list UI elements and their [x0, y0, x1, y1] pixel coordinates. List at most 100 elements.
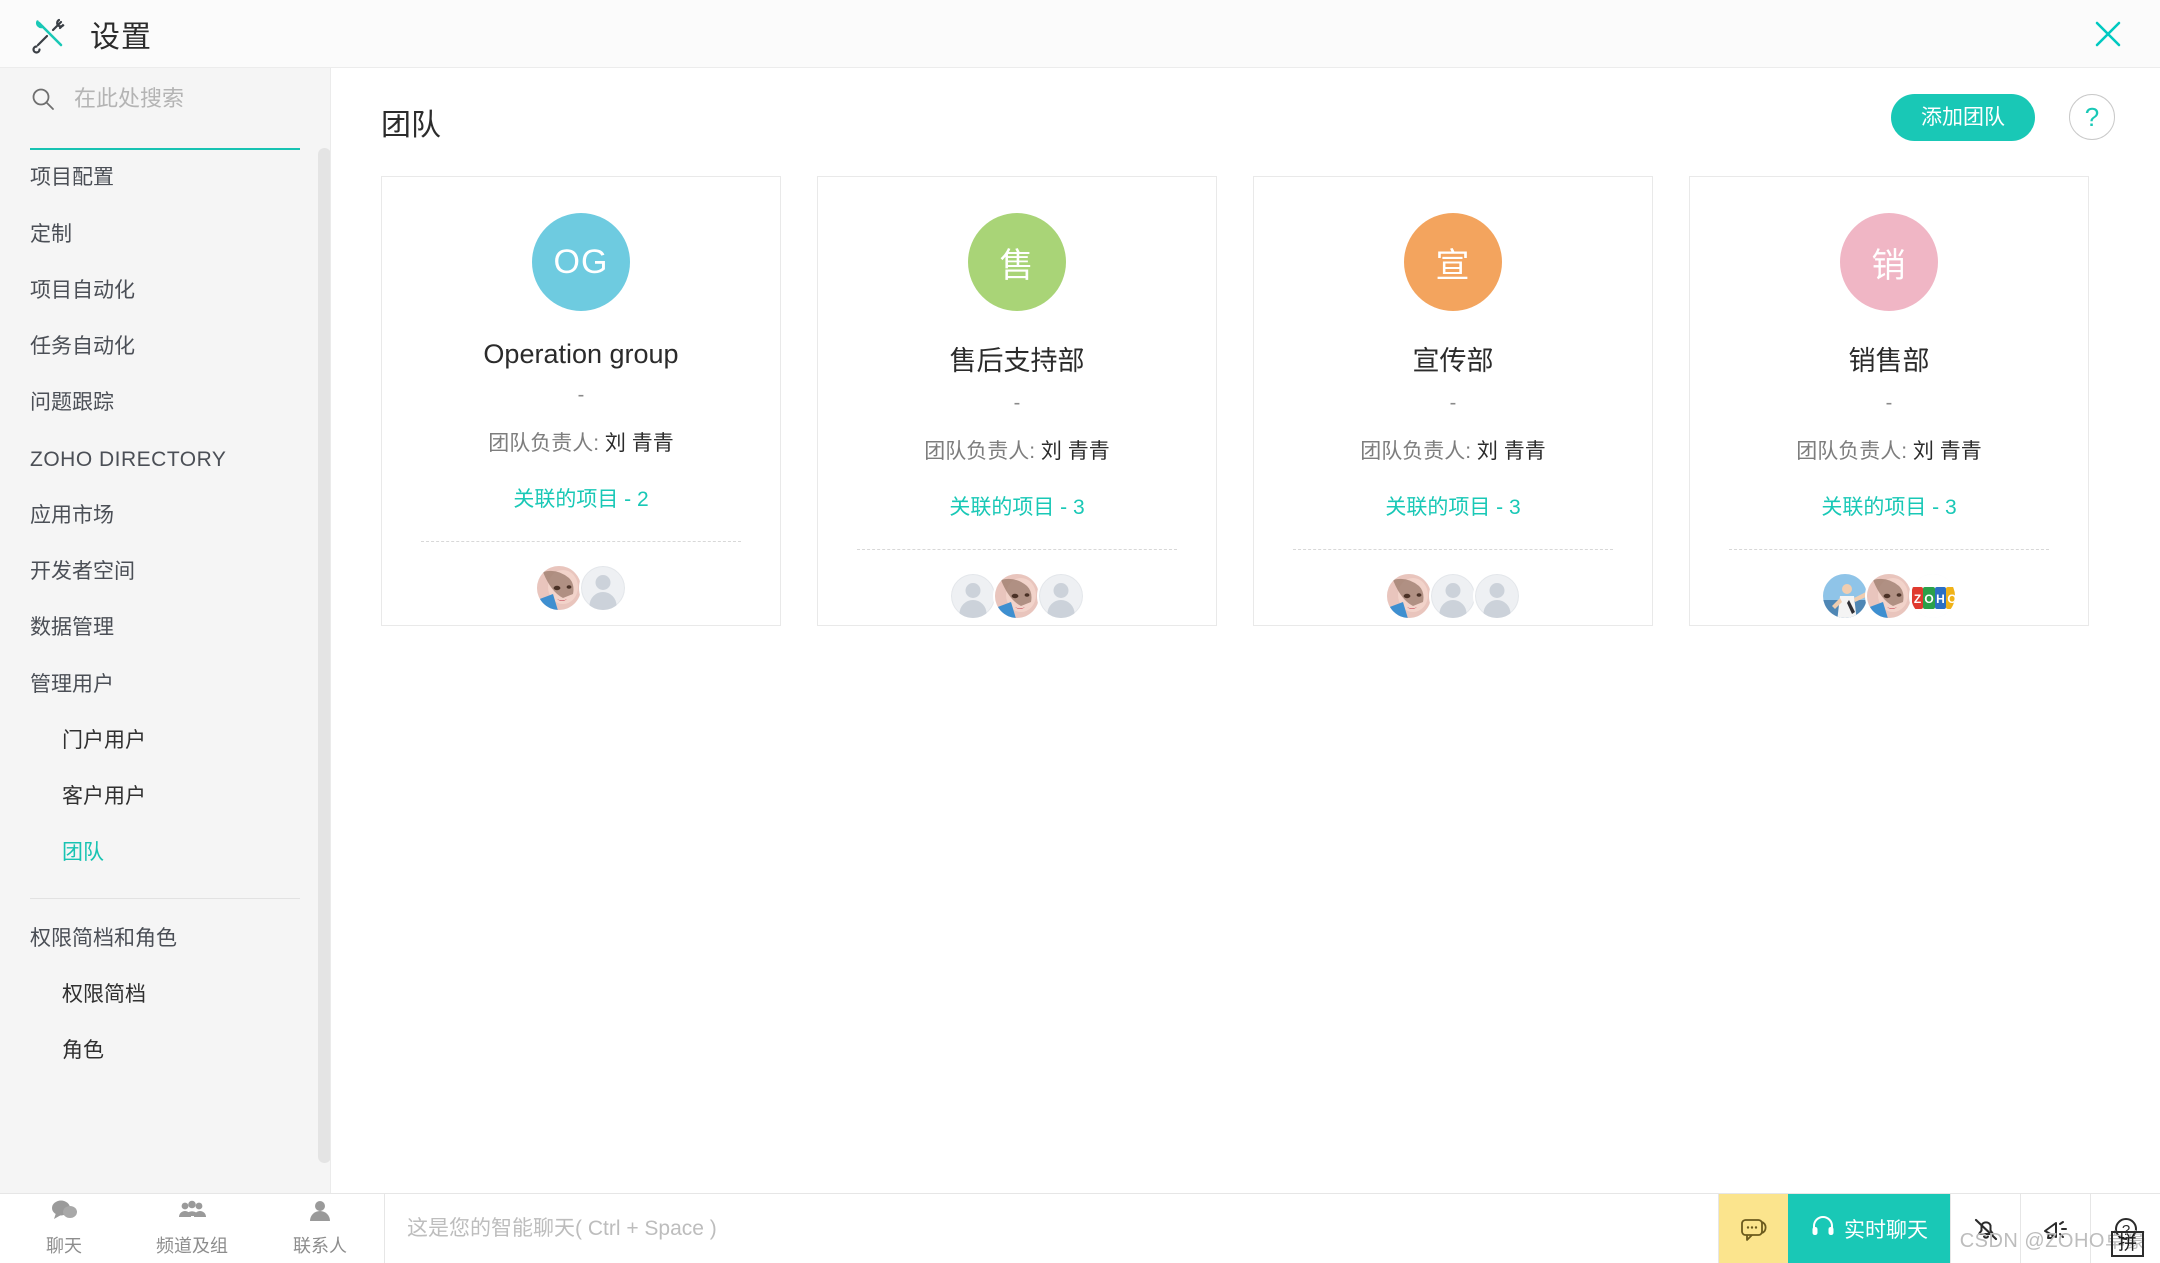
team-leader-label: 团队负责人: [1360, 440, 1477, 463]
sidebar-item-1[interactable]: 定制 [0, 207, 330, 263]
sidebar-search[interactable] [0, 68, 330, 130]
team-description: - [578, 384, 585, 407]
bottom-bar: 聊天 频道及组 联系人 [0, 1193, 2160, 1263]
team-avatar: 宣 [1404, 213, 1502, 311]
team-avatar: 售 [968, 213, 1066, 311]
team-card[interactable]: 宣宣传部 - 团队负责人: 刘 青青关联的项目 - 3 [1253, 176, 1653, 626]
sidebar-item-7[interactable]: 开发者空间 [0, 544, 330, 600]
member-avatar[interactable] [535, 564, 583, 612]
search-input[interactable] [74, 86, 304, 112]
member-avatar[interactable] [1385, 572, 1433, 620]
team-members: ZOHO [1821, 572, 1957, 620]
sidebar-item-15[interactable]: 角色 [0, 1023, 330, 1079]
sidebar-divider-line [30, 898, 300, 899]
team-card[interactable]: OGOperation group-团队负责人: 刘 青青关联的项目 - 2 [381, 176, 781, 626]
team-leader-name: 刘 青青 [605, 432, 674, 455]
svg-text:?: ? [2121, 1222, 2129, 1239]
team-leader: 团队负责人: 刘 青青 [488, 427, 674, 457]
team-leader-label: 团队负责人: [488, 432, 605, 455]
megaphone-icon[interactable] [2020, 1194, 2090, 1263]
card-separator [1293, 549, 1613, 550]
bottom-tab-label: 聊天 [46, 1232, 82, 1258]
live-chat-button[interactable]: 实时聊天 [1788, 1194, 1950, 1263]
team-leader: 团队负责人: 刘 青青 [1796, 435, 1982, 465]
sidebar-scrollbar[interactable] [318, 148, 330, 1163]
team-name: Operation group [483, 339, 678, 370]
bottom-tab-0[interactable]: 聊天 [0, 1194, 128, 1263]
member-avatar-placeholder[interactable] [949, 572, 997, 620]
main-header: 团队 添加团队 ? [331, 68, 2160, 162]
team-description: - [1450, 392, 1457, 415]
member-avatar-placeholder[interactable] [1473, 572, 1521, 620]
sidebar-item-10[interactable]: 门户用户 [0, 713, 330, 769]
associated-projects-link[interactable]: 关联的项目 - 3 [1385, 491, 1520, 521]
member-avatar[interactable] [993, 572, 1041, 620]
team-name: 销售部 [1849, 339, 1930, 378]
sidebar-item-6[interactable]: 应用市场 [0, 488, 330, 544]
bottom-tab-2[interactable]: 联系人 [256, 1194, 384, 1263]
member-avatar[interactable]: ZOHO [1909, 572, 1957, 620]
associated-projects-link[interactable]: 关联的项目 - 3 [1821, 491, 1956, 521]
member-avatar[interactable] [1865, 572, 1913, 620]
settings-window: 设置 门户配置 项目配置定制项目自动化任务自动化问题跟踪ZOHO DIRECTO… [0, 0, 2160, 1263]
add-team-button[interactable]: 添加团队 [1891, 94, 2035, 141]
sidebar-item-9[interactable]: 管理用户 [0, 657, 330, 713]
svg-text:O: O [1947, 592, 1956, 606]
team-leader: 团队负责人: 刘 青青 [1360, 435, 1546, 465]
bottom-tab-1[interactable]: 频道及组 [128, 1194, 256, 1263]
sidebar-item-12[interactable]: 团队 [0, 825, 330, 881]
smart-chat-input[interactable] [407, 1217, 1718, 1241]
team-name: 宣传部 [1413, 339, 1494, 378]
contact-icon [305, 1199, 335, 1230]
window-title: 设置 [90, 12, 152, 56]
help-circle-icon[interactable]: ? [2090, 1194, 2160, 1263]
smart-assistant-icon[interactable] [1718, 1194, 1788, 1263]
help-button[interactable]: ? [2069, 94, 2115, 140]
bottom-tab-label: 频道及组 [156, 1232, 228, 1258]
team-card[interactable]: 销销售部-团队负责人: 刘 青青关联的项目 - 3ZOHO [1689, 176, 2089, 626]
sidebar-item-11[interactable]: 客户用户 [0, 769, 330, 825]
sidebar-item-3[interactable]: 任务自动化 [0, 319, 330, 375]
live-chat-label: 实时聊天 [1844, 1214, 1928, 1244]
member-avatar[interactable] [1821, 572, 1869, 620]
card-separator [421, 541, 741, 542]
team-description: - [1886, 392, 1893, 415]
member-avatar-placeholder[interactable] [1429, 572, 1477, 620]
search-underline [30, 148, 300, 150]
team-leader-name: 刘 青青 [1041, 440, 1110, 463]
headset-icon [1810, 1213, 1836, 1245]
sidebar-item-2[interactable]: 项目自动化 [0, 263, 330, 319]
main-content: 团队 添加团队 ? OGOperation group-团队负责人: 刘 青青关… [331, 68, 2160, 1193]
bottom-tab-label: 联系人 [293, 1232, 347, 1258]
associated-projects-link[interactable]: 关联的项目 - 2 [513, 483, 648, 513]
associated-projects-link[interactable]: 关联的项目 - 3 [949, 491, 1084, 521]
sidebar-scrollbar-thumb[interactable] [318, 148, 330, 1163]
team-name: 售后支持部 [950, 339, 1085, 378]
title-bar: 设置 [0, 0, 2160, 68]
team-leader-name: 刘 青青 [1913, 440, 1982, 463]
page-title: 团队 [381, 100, 441, 144]
bell-muted-icon[interactable] [1950, 1194, 2020, 1263]
svg-text:O: O [1924, 592, 1933, 606]
team-card[interactable]: 售售后支持部-团队负责人: 刘 青青关联的项目 - 3 [817, 176, 1217, 626]
svg-text:H: H [1936, 592, 1945, 606]
search-icon [30, 86, 56, 112]
sidebar-item-13[interactable]: 权限简档和角色 [0, 911, 330, 967]
team-leader: 团队负责人: 刘 青青 [924, 435, 1110, 465]
sidebar-item-14[interactable]: 权限简档 [0, 967, 330, 1023]
member-avatar-placeholder[interactable] [579, 564, 627, 612]
chat-bubble-icon [49, 1199, 79, 1230]
card-separator [1729, 549, 2049, 550]
svg-text:Z: Z [1914, 592, 1921, 606]
bottom-tabs: 聊天 频道及组 联系人 [0, 1194, 384, 1263]
team-members [535, 564, 627, 612]
sidebar-item-0[interactable]: 项目配置 [0, 150, 330, 206]
sidebar: 门户配置 项目配置定制项目自动化任务自动化问题跟踪ZOHO DIRECTORY应… [0, 68, 330, 1193]
close-icon[interactable] [2086, 12, 2130, 56]
sidebar-nav: 门户配置 项目配置定制项目自动化任务自动化问题跟踪ZOHO DIRECTORY应… [0, 126, 330, 1193]
sidebar-item-8[interactable]: 数据管理 [0, 600, 330, 656]
smart-chat-input-wrap[interactable] [384, 1194, 1718, 1263]
member-avatar-placeholder[interactable] [1037, 572, 1085, 620]
sidebar-item-5[interactable]: ZOHO DIRECTORY [0, 432, 330, 488]
sidebar-item-4[interactable]: 问题跟踪 [0, 375, 330, 431]
